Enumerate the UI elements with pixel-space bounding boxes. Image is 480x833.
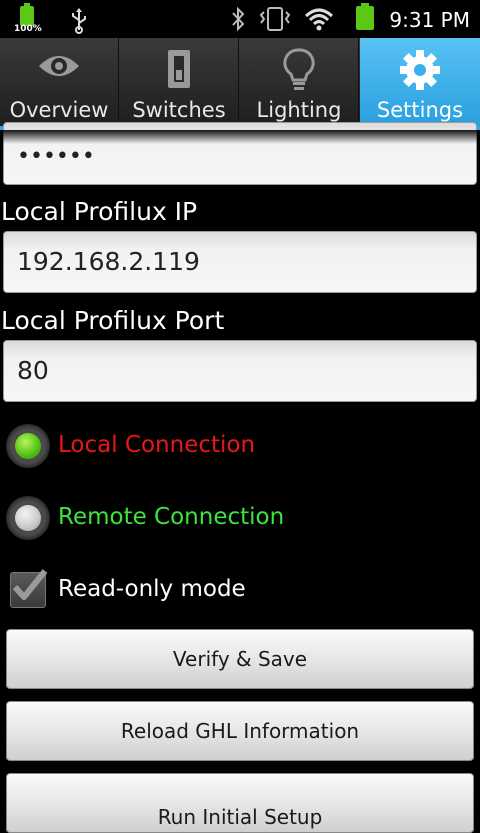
tab-lighting[interactable]: Lighting [240,38,359,126]
tab-label: Lighting [256,98,342,122]
switch-icon [168,50,190,88]
lightbulb-icon [283,48,315,90]
local-connection-label: Local Connection [58,432,256,458]
tab-label: Overview [9,98,109,122]
battery-icon [20,3,34,26]
radio-selected-dot [15,433,41,459]
clock: 9:31 PM [389,8,470,32]
radio-button[interactable] [6,496,50,540]
local-ip-label: Local Profilux IP [1,197,198,226]
usb-icon [72,8,86,34]
vibrate-icon [259,7,291,31]
password-value: •••••• [17,144,95,169]
radio-unselected-dot [15,505,41,531]
remote-connection-label: Remote Connection [58,504,285,530]
radio-button[interactable] [6,424,50,468]
readonly-label: Read-only mode [58,576,246,602]
initial-setup-button[interactable]: Run Initial Setup [6,773,474,833]
local-ip-input[interactable]: 192.168.2.119 [3,231,477,293]
local-ip-value: 192.168.2.119 [17,247,200,276]
bluetooth-icon [232,6,245,32]
local-port-input[interactable]: 80 [3,340,477,402]
tab-label: Switches [132,98,226,122]
status-bar: 100% 9:31 PM [0,0,480,38]
local-port-label: Local Profilux Port [1,306,225,335]
checkmark-icon [12,569,48,600]
tab-bar: Overview Switches Lighting Settings [0,38,480,130]
battery-icon [356,3,374,30]
scroll-fade [0,130,480,144]
local-port-value: 80 [17,356,49,385]
wifi-icon [304,8,334,31]
gear-icon [400,50,440,90]
tab-switches[interactable]: Switches [120,38,239,126]
verify-save-button[interactable]: Verify & Save [6,629,474,689]
tab-label: Settings [376,98,464,122]
reload-ghl-button[interactable]: Reload GHL Information [6,701,474,761]
status-right: 9:31 PM [230,0,470,38]
eye-icon [39,56,79,76]
battery-percent: 100% [14,24,42,34]
tab-overview[interactable]: Overview [0,38,119,126]
initial-setup-label: Run Initial Setup [157,805,323,829]
readonly-checkbox[interactable] [10,569,48,608]
tab-settings[interactable]: Settings [360,38,480,126]
